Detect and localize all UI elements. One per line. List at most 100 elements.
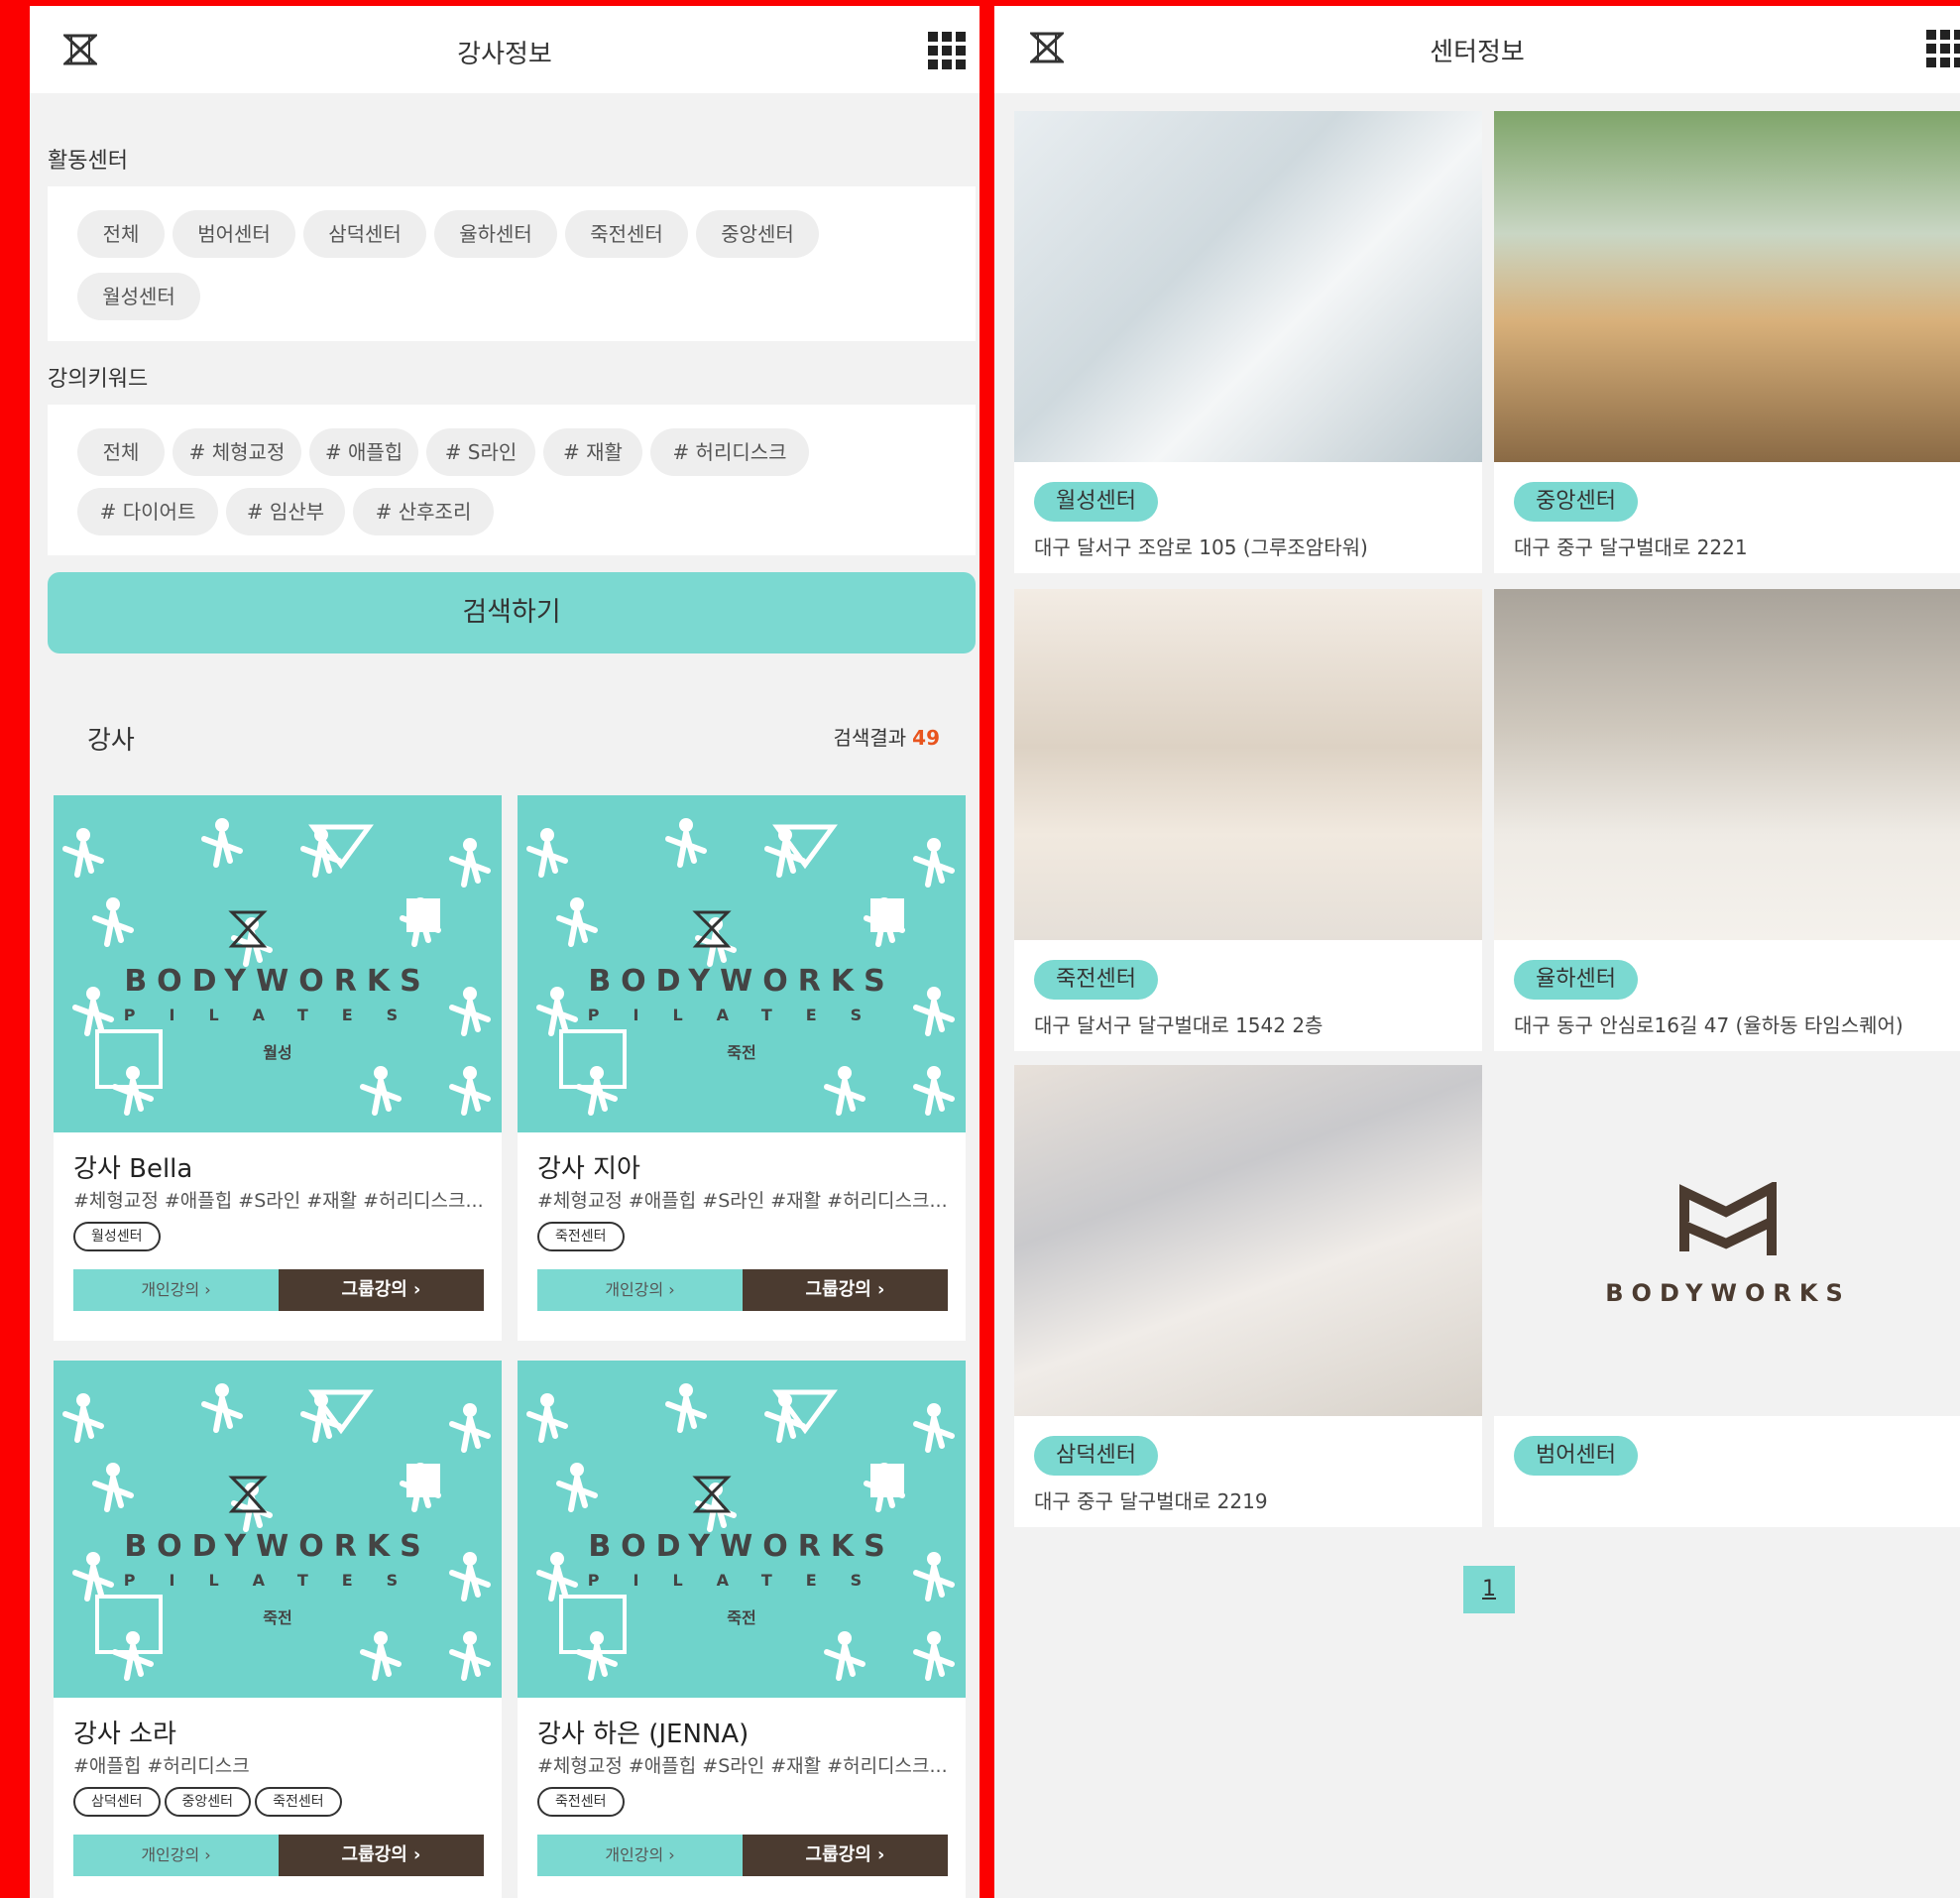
instructor-poster-image[interactable]: BODYWORKS PILATES 월성: [54, 795, 502, 1132]
center-chip-jungang[interactable]: 중앙센터: [696, 210, 819, 258]
pagination-page-1[interactable]: 1: [1463, 1566, 1515, 1613]
center-address: 대구 동구 안심로16길 47 (율하동 타임스퀘어): [1514, 1013, 1903, 1037]
instructor-tags: #체형교정 #애플힙 #S라인 #재활 #허리디스크...: [73, 1190, 484, 1212]
app-header: 강사정보: [30, 6, 980, 93]
keyword-chip-rehab[interactable]: # 재활: [543, 428, 642, 476]
personal-lesson-button[interactable]: 개인강의 ›: [73, 1269, 279, 1311]
center-chip-samdeok[interactable]: 삼덕센터: [303, 210, 426, 258]
page-title: 센터정보: [1430, 38, 1525, 67]
center-name-badge[interactable]: 중앙센터: [1514, 482, 1638, 522]
center-card[interactable]: 죽전센터 대구 달서구 달구벌대로 1542 2층: [1014, 589, 1482, 1051]
poster-brand-text: BODYWORKS: [124, 1529, 431, 1564]
center-name-badge[interactable]: 율하센터: [1514, 960, 1638, 1000]
poster-sub-text: PILATES: [587, 1006, 896, 1024]
center-photo[interactable]: [1014, 111, 1482, 462]
instructor-card[interactable]: BODYWORKS PILATES 죽전 강사 하은 (JENNA) #체형교정…: [518, 1361, 966, 1898]
keyword-chip-applehip[interactable]: # 애플힙: [309, 428, 418, 476]
bodyworks-logo-icon: [1679, 1182, 1777, 1255]
grid-menu-icon[interactable]: [1926, 30, 1960, 67]
lesson-buttons: 개인강의 › 그룹강의 ›: [537, 1835, 948, 1876]
center-card[interactable]: 율하센터 대구 동구 안심로16길 47 (율하동 타임스퀘어): [1494, 589, 1960, 1051]
center-filter-label: 활동센터: [48, 149, 128, 174]
center-name-badge[interactable]: 범어센터: [1514, 1436, 1638, 1476]
group-lesson-button[interactable]: 그룹강의 ›: [743, 1835, 948, 1876]
center-badge: 삼덕센터: [73, 1787, 161, 1817]
center-address: 대구 달서구 조암로 105 (그루조암타워): [1034, 535, 1368, 559]
center-badge: 중앙센터: [164, 1787, 252, 1817]
instructor-card[interactable]: BODYWORKS PILATES 월성 강사 Bella #체형교정 #애플힙…: [54, 795, 502, 1341]
center-photo[interactable]: BODYWORKS: [1494, 1065, 1960, 1416]
center-filter-group: 전체 범어센터 삼덕센터 율하센터 죽전센터 중앙센터 월성센터: [48, 186, 976, 341]
center-card[interactable]: BODYWORKS 범어센터: [1494, 1065, 1960, 1527]
lesson-buttons: 개인강의 › 그룹강의 ›: [73, 1269, 484, 1311]
instructor-name[interactable]: 강사 소라: [73, 1714, 176, 1750]
bodyworks-logo-text: BODYWORKS: [1605, 1279, 1851, 1307]
instructor-card[interactable]: BODYWORKS PILATES 죽전 강사 지아 #체형교정 #애플힙 #S…: [518, 795, 966, 1341]
poster-sub-text: PILATES: [587, 1571, 896, 1590]
instructor-name[interactable]: 강사 Bella: [73, 1148, 192, 1185]
page-title: 강사정보: [457, 40, 552, 69]
center-badge: 죽전센터: [537, 1787, 625, 1817]
center-card[interactable]: 중앙센터 대구 중구 달구벌대로 2221: [1494, 111, 1960, 573]
instructor-centers: 죽전센터: [537, 1787, 629, 1817]
center-chip-jukjeon[interactable]: 죽전센터: [565, 210, 688, 258]
poster-center-text: 죽전: [263, 1608, 292, 1627]
center-photo[interactable]: [1494, 589, 1960, 940]
center-address: 대구 달서구 달구벌대로 1542 2층: [1034, 1013, 1324, 1037]
center-photo[interactable]: [1014, 1065, 1482, 1416]
keyword-chip-diet[interactable]: # 다이어트: [77, 488, 218, 535]
poster-sub-text: PILATES: [123, 1571, 432, 1590]
center-chip-beomeo[interactable]: 범어센터: [173, 210, 295, 258]
center-badge: 죽전센터: [255, 1787, 342, 1817]
grid-menu-icon[interactable]: [928, 32, 966, 69]
center-photo[interactable]: [1494, 111, 1960, 462]
result-count-label: 검색결과: [833, 726, 907, 750]
keyword-chip-pregnant[interactable]: # 임산부: [226, 488, 345, 535]
instructor-poster-image[interactable]: BODYWORKS PILATES 죽전: [518, 795, 966, 1132]
instructor-tags: #체형교정 #애플힙 #S라인 #재활 #허리디스크...: [537, 1755, 948, 1777]
app-header: 센터정보: [994, 6, 1960, 93]
instructor-name[interactable]: 강사 지아: [537, 1148, 640, 1185]
group-lesson-button[interactable]: 그룹강의 ›: [743, 1269, 948, 1311]
center-photo[interactable]: [1014, 589, 1482, 940]
lesson-buttons: 개인강의 › 그룹강의 ›: [73, 1835, 484, 1876]
poster-sub-text: PILATES: [123, 1006, 432, 1024]
center-chip-yulha[interactable]: 율하센터: [434, 210, 557, 258]
poster-center-text: 월성: [263, 1043, 292, 1062]
instructor-centers: 죽전센터: [537, 1222, 629, 1251]
search-button[interactable]: 검색하기: [48, 572, 976, 653]
instructor-card[interactable]: BODYWORKS PILATES 죽전 강사 소라 #애플힙 #허리디스크 삼…: [54, 1361, 502, 1898]
personal-lesson-button[interactable]: 개인강의 ›: [537, 1835, 743, 1876]
center-address: 대구 중구 달구벌대로 2221: [1514, 535, 1748, 559]
instructor-section-title: 강사: [87, 726, 135, 756]
keyword-chip-postpartum[interactable]: # 산후조리: [353, 488, 494, 535]
center-name-badge[interactable]: 월성센터: [1034, 482, 1158, 522]
group-lesson-button[interactable]: 그룹강의 ›: [279, 1269, 484, 1311]
keyword-filter-label: 강의키워드: [48, 367, 149, 392]
center-chip-all[interactable]: 전체: [77, 210, 165, 258]
personal-lesson-button[interactable]: 개인강의 ›: [73, 1835, 279, 1876]
keyword-chip-posture[interactable]: # 체형교정: [173, 428, 301, 476]
instructor-poster-image[interactable]: BODYWORKS PILATES 죽전: [54, 1361, 502, 1698]
instructor-name[interactable]: 강사 하은 (JENNA): [537, 1714, 749, 1750]
keyword-chip-sline[interactable]: # S라인: [426, 428, 535, 476]
center-card[interactable]: 월성센터 대구 달서구 조암로 105 (그루조암타워): [1014, 111, 1482, 573]
result-count-value: 49: [912, 726, 940, 750]
instructor-tags: #애플힙 #허리디스크: [73, 1755, 250, 1777]
center-name-badge[interactable]: 삼덕센터: [1034, 1436, 1158, 1476]
instructor-centers: 삼덕센터 중앙센터 죽전센터: [73, 1787, 346, 1817]
center-chip-wolseong[interactable]: 월성센터: [77, 273, 200, 320]
personal-lesson-button[interactable]: 개인강의 ›: [537, 1269, 743, 1311]
keyword-chip-disc[interactable]: # 허리디스크: [650, 428, 809, 476]
group-lesson-button[interactable]: 그룹강의 ›: [279, 1835, 484, 1876]
result-count: 검색결과 49: [834, 722, 940, 751]
poster-center-text: 죽전: [727, 1608, 756, 1627]
instructor-panel: 강사정보 활동센터 전체 범어센터 삼덕센터 율하센터 죽전센터 중앙센터 월성…: [30, 6, 980, 1898]
center-name-badge[interactable]: 죽전센터: [1034, 960, 1158, 1000]
center-card[interactable]: 삼덕센터 대구 중구 달구벌대로 2219: [1014, 1065, 1482, 1527]
keyword-filter-group: 전체 # 체형교정 # 애플힙 # S라인 # 재활 # 허리디스크 # 다이어…: [48, 405, 976, 555]
poster-brand-text: BODYWORKS: [588, 1529, 895, 1564]
instructor-poster-image[interactable]: BODYWORKS PILATES 죽전: [518, 1361, 966, 1698]
keyword-chip-all[interactable]: 전체: [77, 428, 165, 476]
poster-brand-text: BODYWORKS: [588, 964, 895, 999]
